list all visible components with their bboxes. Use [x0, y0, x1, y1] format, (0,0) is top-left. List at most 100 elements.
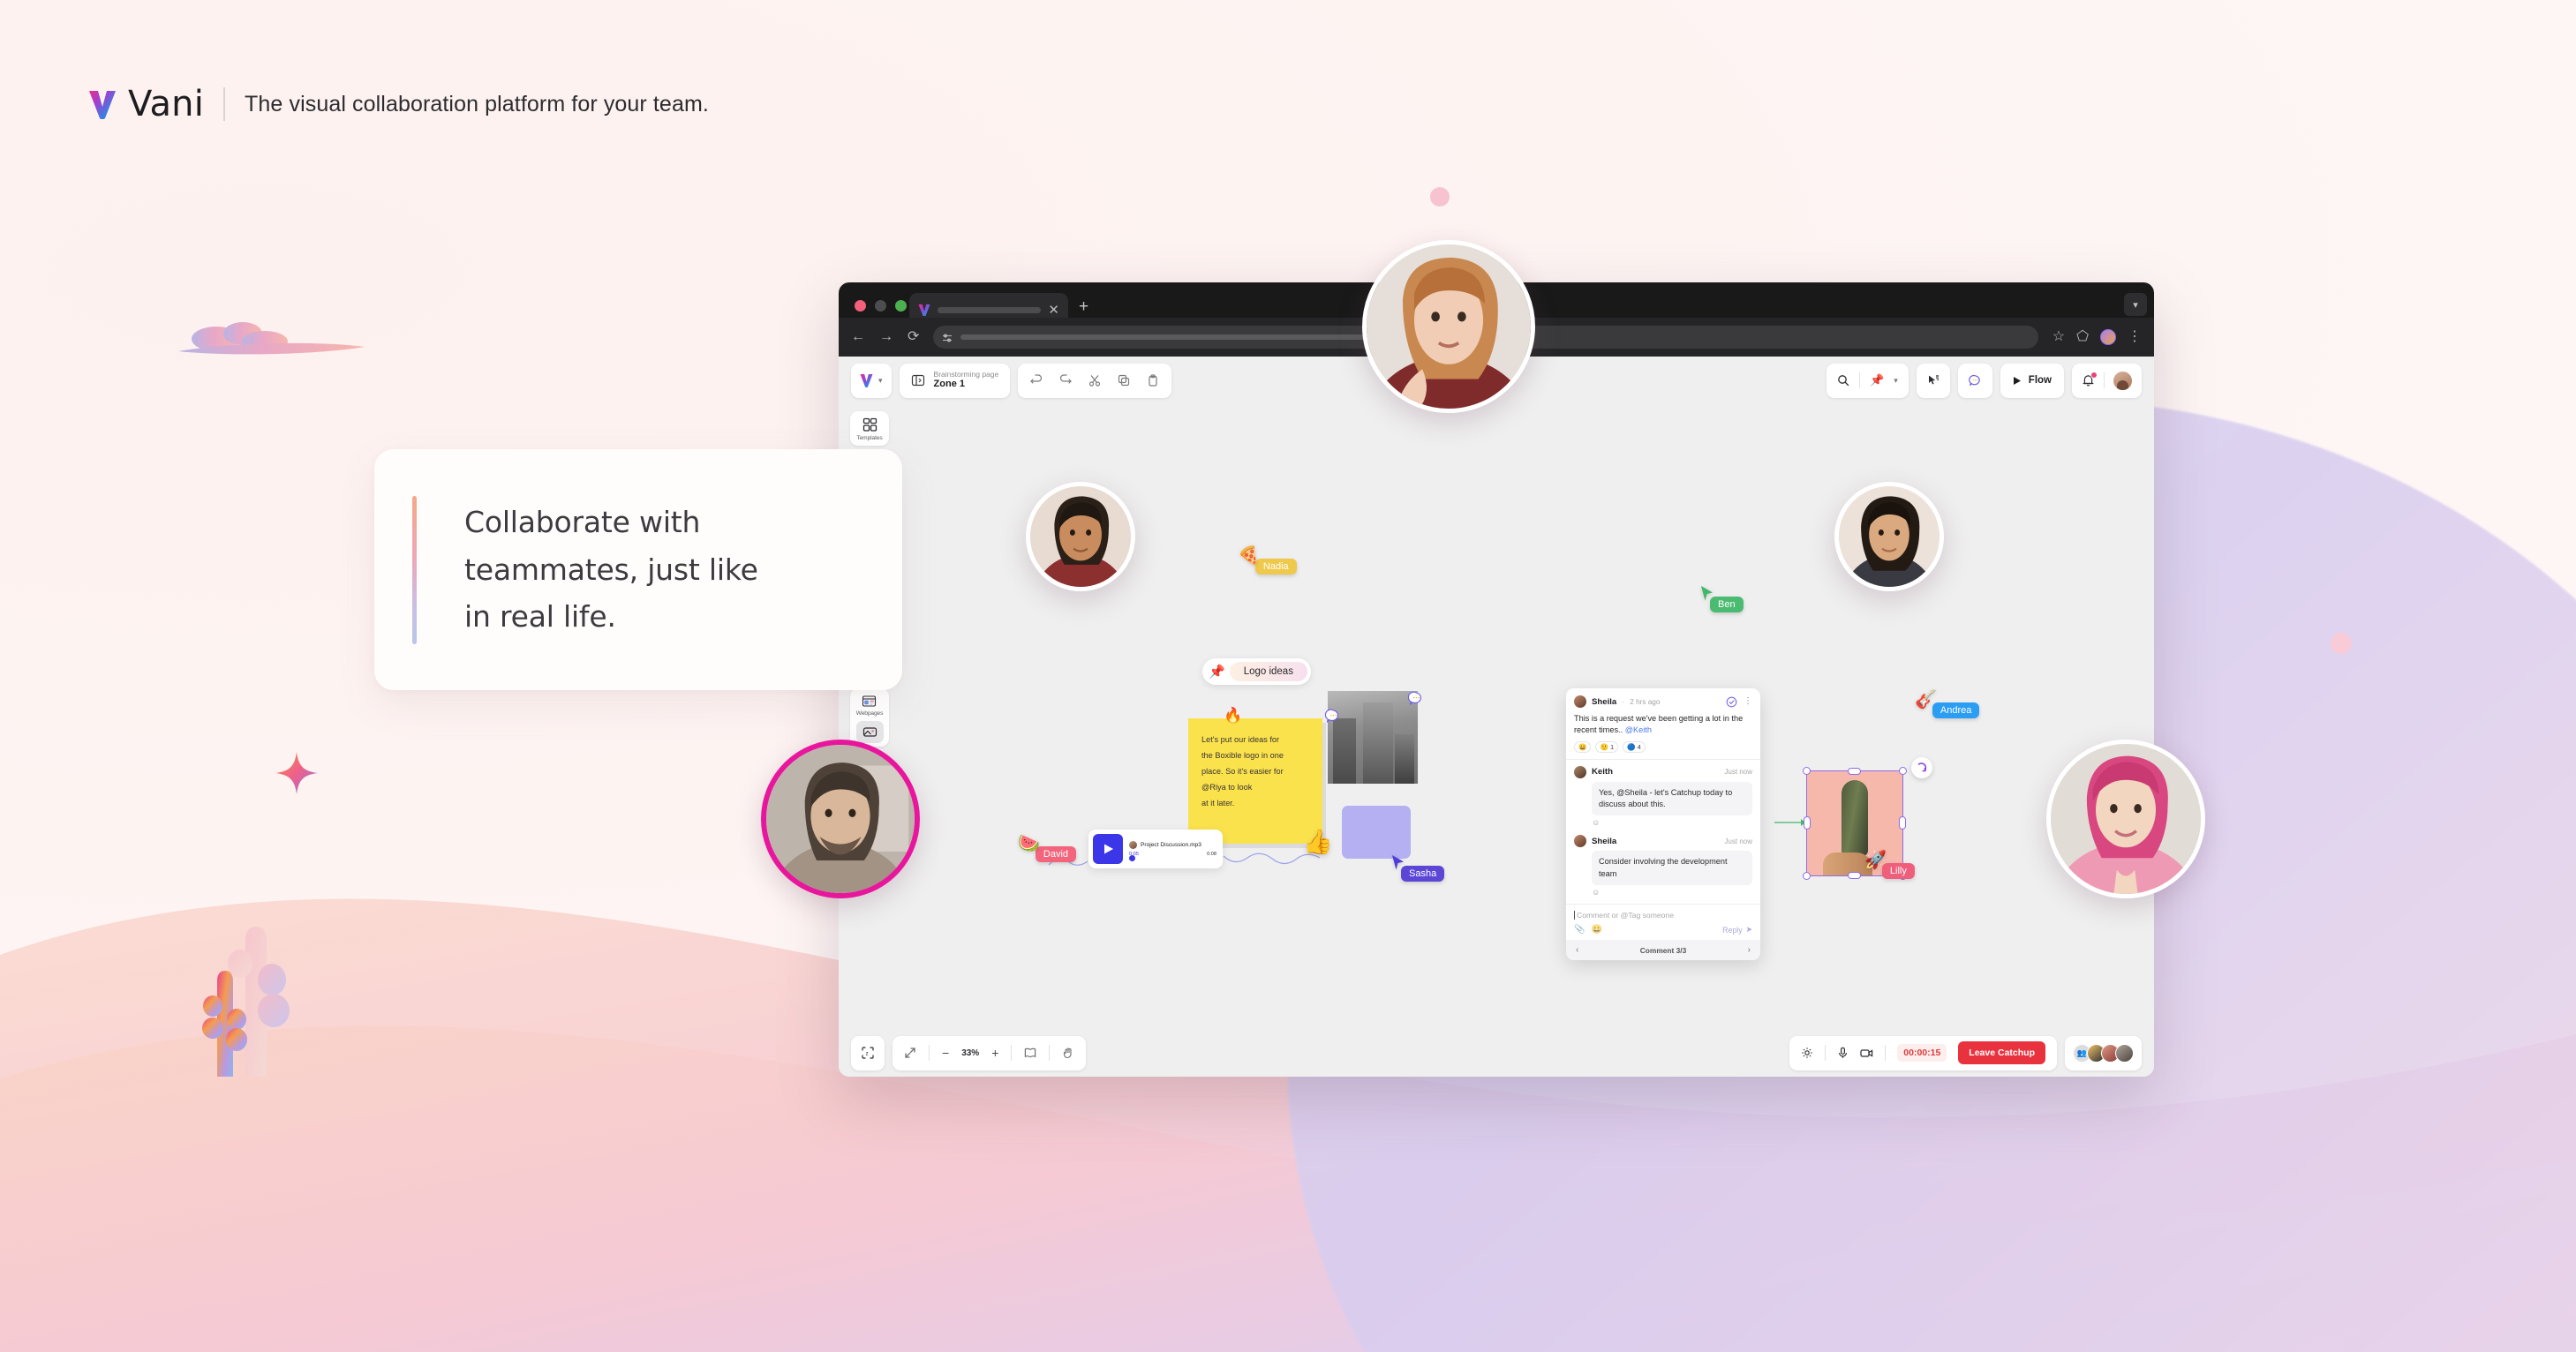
sidebar-item-media[interactable] — [855, 721, 884, 743]
book-presentation-icon[interactable] — [1024, 1047, 1036, 1059]
close-window-icon[interactable] — [855, 300, 866, 312]
video-avatar-top[interactable] — [1362, 240, 1535, 413]
resize-handle-tr[interactable] — [1899, 767, 1907, 775]
participants-list[interactable]: 👥 — [2065, 1035, 2142, 1070]
audio-player-card[interactable]: Project Discussion.mp3 0:05 0:08 — [1088, 830, 1223, 868]
add-reaction-icon[interactable]: 😀 — [1574, 740, 1592, 753]
comment-input[interactable]: Comment or @Tag someone — [1574, 911, 1752, 920]
kebab-menu-icon[interactable]: ⋮ — [1744, 697, 1752, 706]
leave-catchup-button[interactable]: Leave Catchup — [1958, 1041, 2045, 1064]
kebab-menu-icon[interactable]: ⋮ — [2128, 330, 2142, 344]
minimize-window-icon[interactable] — [875, 300, 886, 312]
sidebar-media-group: Webpages — [850, 688, 889, 747]
cursor-tool-button[interactable] — [1916, 363, 1950, 398]
chevron-right-icon[interactable]: › — [1748, 945, 1751, 955]
comment-panel[interactable]: Sheila · 2 hrs ago ⋮ This is a request w… — [1566, 688, 1760, 961]
puzzle-icon[interactable]: ⬠ — [2076, 330, 2089, 344]
flow-button[interactable]: Flow — [2000, 363, 2064, 398]
add-reaction-icon[interactable]: ☺ — [1592, 888, 1752, 897]
plus-icon[interactable]: + — [1079, 298, 1088, 315]
video-avatar-right[interactable] — [1834, 482, 1944, 591]
fit-to-screen-icon: z — [862, 1047, 874, 1059]
arrow-right-icon[interactable]: → — [879, 330, 893, 344]
reply-button[interactable]: Reply ➤ — [1722, 925, 1752, 935]
cursor-name-label: Andrea — [1932, 702, 1980, 718]
undo-icon[interactable] — [1030, 374, 1043, 387]
emoji-icon[interactable]: 😀 — [1591, 925, 1601, 935]
window-traffic-lights[interactable] — [855, 300, 907, 312]
check-circle-icon[interactable] — [1726, 696, 1737, 708]
add-reaction-icon[interactable]: ☺ — [1592, 818, 1752, 827]
sticky-line-3: place. So it's easier for — [1201, 766, 1284, 776]
mention-keith[interactable]: @Keith — [1625, 725, 1652, 734]
zoom-out-button[interactable]: − — [942, 1047, 949, 1059]
search-icon[interactable] — [1837, 374, 1849, 387]
play-button[interactable] — [1093, 834, 1123, 864]
arrow-cursor-icon — [1699, 585, 1714, 602]
close-icon[interactable]: ✕ — [1048, 304, 1059, 317]
reload-icon[interactable]: ⟳ — [908, 330, 919, 344]
app-brand-button[interactable]: ▾ — [851, 363, 892, 398]
reaction-blue[interactable]: 🔵 4 — [1623, 740, 1646, 753]
sidebar-item-templates[interactable]: Templates — [850, 411, 889, 446]
resize-handle-bl[interactable] — [1803, 872, 1811, 880]
maximize-window-icon[interactable] — [895, 300, 907, 312]
fit-to-screen-button[interactable]: z — [851, 1035, 885, 1070]
zoom-in-button[interactable]: + — [991, 1047, 998, 1059]
star-icon[interactable]: ☆ — [2053, 330, 2065, 344]
video-avatar-lower-right[interactable] — [2046, 740, 2205, 898]
comment-bubble-icon[interactable] — [1324, 709, 1342, 725]
divider — [1011, 1045, 1013, 1061]
mention-sheila[interactable]: @Sheila — [1616, 788, 1647, 797]
resize-handle-bottom[interactable] — [1848, 872, 1861, 879]
video-avatar-speaking[interactable] — [761, 740, 920, 898]
flow-label: Flow — [2028, 375, 2052, 386]
page-breadcrumb[interactable]: Brainstorming page Zone 1 — [899, 363, 1011, 398]
browser-profile-avatar[interactable] — [2100, 329, 2116, 345]
comment-input-area[interactable]: Comment or @Tag someone 📎 😀 Reply ➤ — [1566, 905, 1760, 940]
audio-progress-knob[interactable] — [1129, 855, 1135, 861]
sidebar-item-webpages[interactable]: Webpages — [856, 694, 883, 717]
brand-logo[interactable]: Vani — [88, 84, 204, 124]
comment-actions: ⋮ — [1726, 696, 1752, 708]
pushpin-icon[interactable]: 📌 — [1870, 373, 1884, 387]
chevron-left-icon[interactable]: ‹ — [1576, 945, 1578, 955]
copy-icon[interactable] — [1118, 374, 1130, 387]
pin-logo-ideas[interactable]: 📌 Logo ideas — [1202, 658, 1311, 685]
user-avatar[interactable] — [2113, 371, 2132, 390]
rocket-cursor-icon: 🚀 — [1864, 851, 1887, 870]
expand-arrows-icon[interactable] — [904, 1047, 916, 1059]
cut-icon[interactable] — [1088, 374, 1101, 387]
comment-reply: Keith Just now Yes, @Sheila - let's Catc… — [1566, 760, 1760, 830]
chevron-down-icon[interactable]: ▾ — [1894, 376, 1898, 386]
resize-handle-left[interactable] — [1804, 816, 1811, 830]
redo-icon[interactable] — [1059, 374, 1073, 387]
resize-handle-right[interactable] — [1899, 816, 1906, 830]
hand-pan-icon[interactable] — [1062, 1047, 1074, 1059]
thumbs-up-cursor-icon: 👍 — [1303, 829, 1333, 855]
comment-tool-button[interactable] — [1957, 363, 1992, 398]
rotate-button[interactable] — [1911, 757, 1932, 778]
avatar — [1574, 835, 1586, 848]
city-buildings-photo[interactable] — [1328, 691, 1418, 784]
divider — [1859, 372, 1861, 388]
reaction-smile[interactable]: 🙂 1 — [1595, 740, 1619, 753]
resize-handle-tl[interactable] — [1803, 767, 1811, 775]
arrow-left-icon[interactable]: ← — [851, 330, 865, 344]
video-avatar-left[interactable] — [1026, 482, 1135, 591]
comment-bubble-icon[interactable] — [1407, 691, 1425, 708]
comment-timestamp: 2 hrs ago — [1630, 697, 1661, 706]
sticky-note[interactable]: 🔥 Let's put our ideas for the Boxible lo… — [1183, 707, 1333, 863]
microphone-icon[interactable] — [1837, 1047, 1849, 1059]
resize-handle-top[interactable] — [1848, 768, 1861, 775]
browser-actions: ☆ ⬠ ⋮ — [2053, 329, 2142, 345]
bell-icon[interactable] — [2082, 372, 2098, 387]
purple-shape[interactable] — [1342, 806, 1411, 859]
paperclip-icon[interactable]: 📎 — [1574, 925, 1585, 935]
gear-icon[interactable] — [1801, 1047, 1813, 1059]
paste-icon[interactable] — [1147, 374, 1159, 387]
page-meta: Brainstorming page Zone 1 — [934, 370, 999, 391]
video-camera-icon[interactable] — [1860, 1047, 1873, 1059]
chevron-down-icon[interactable]: ▾ — [2124, 293, 2147, 316]
chevron-down-icon[interactable]: ▾ — [878, 376, 883, 386]
